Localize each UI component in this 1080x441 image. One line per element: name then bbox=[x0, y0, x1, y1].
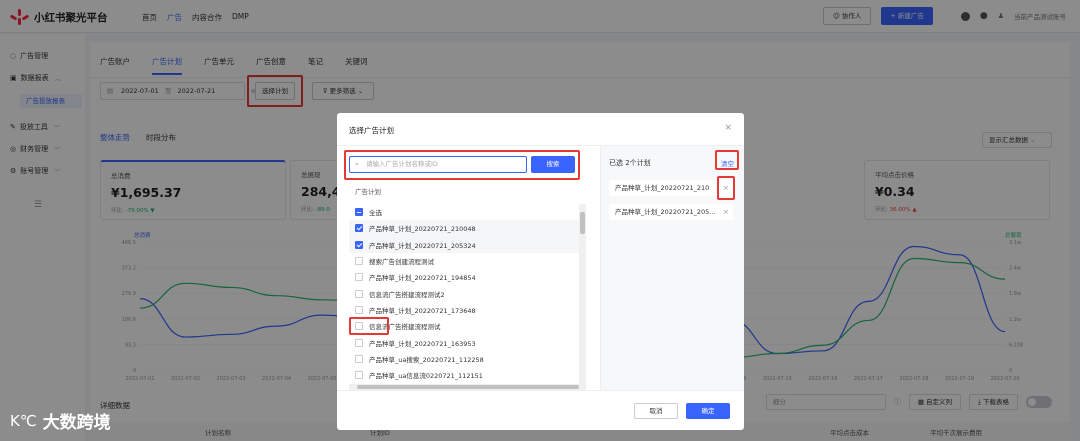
selected-plan-item: 产品种草_计划_20220721_210 × bbox=[609, 180, 733, 196]
list-item[interactable]: 产品种草_ua搜索_20220721_112258 bbox=[349, 351, 579, 367]
modal-title: 选择广告计划 bbox=[349, 126, 394, 135]
plan-name: 产品种草_计划_20220721_173648 bbox=[369, 306, 476, 315]
scrollbar-thumb[interactable] bbox=[580, 212, 585, 234]
scrollbar-thumb[interactable] bbox=[357, 385, 579, 389]
list-item[interactable]: 产品种草_计划_20220721_173648 bbox=[349, 302, 579, 318]
selected-plan-item: 产品种草_计划_20220721_205... × bbox=[609, 204, 733, 220]
plan-list-header: 广告计划 bbox=[355, 188, 381, 196]
watermark-text: 大数跨境 bbox=[42, 413, 111, 433]
select-all-label: 全选 bbox=[369, 209, 382, 218]
vertical-scrollbar[interactable] bbox=[579, 204, 586, 384]
plan-checkbox[interactable] bbox=[355, 224, 363, 233]
plan-checkbox[interactable] bbox=[355, 305, 363, 314]
selected-count: 已选 2个计划 bbox=[609, 159, 651, 167]
plan-name: 产品种草_计划_20220721_210048 bbox=[369, 225, 476, 234]
watermark-logo: K℃ bbox=[10, 411, 37, 430]
list-item[interactable]: 产品种草_ua信息流0220721_112151 bbox=[349, 367, 579, 383]
selected-plan-name: 产品种草_计划_20220721_205... bbox=[615, 208, 716, 216]
plan-name: 产品种草_ua信息流0220721_112151 bbox=[369, 372, 483, 381]
plan-checkbox[interactable] bbox=[355, 289, 363, 298]
plan-checkbox[interactable] bbox=[355, 240, 363, 249]
modal-footer-divider bbox=[337, 390, 744, 391]
plan-picker-panel: ⌕ 请输入广告计划名称或ID 搜索 广告计划 全选 产品种草_计划_202207… bbox=[337, 146, 601, 390]
plan-name: 信息流广告搭建流程测试2 bbox=[369, 290, 445, 299]
remove-icon[interactable]: × bbox=[723, 204, 729, 220]
select-all-row[interactable]: 全选 bbox=[349, 204, 579, 220]
highlight-box bbox=[717, 176, 735, 200]
plan-checkbox[interactable] bbox=[355, 354, 363, 363]
list-item[interactable]: 产品种草_计划_20220721_163953 bbox=[349, 334, 579, 350]
select-all-checkbox[interactable] bbox=[355, 208, 363, 217]
highlight-box bbox=[349, 317, 389, 335]
confirm-button[interactable]: 确定 bbox=[686, 403, 730, 419]
list-item[interactable]: 产品种草_计划_20220721_194854 bbox=[349, 269, 579, 285]
selected-plan-name: 产品种草_计划_20220721_210 bbox=[615, 184, 710, 192]
cancel-button[interactable]: 取消 bbox=[634, 403, 678, 419]
plan-checkbox[interactable] bbox=[355, 273, 363, 282]
plan-name: 搜索广告创建流程测试 bbox=[369, 258, 434, 267]
plan-name: 产品种草_ua搜索_20220721_112258 bbox=[369, 355, 484, 364]
close-icon[interactable]: × bbox=[724, 123, 732, 133]
list-item[interactable]: 产品种草_计划_20220721_210048 bbox=[349, 220, 579, 237]
selected-plans-panel: 已选 2个计划 清空 产品种草_计划_20220721_210 × 产品种草_计划… bbox=[601, 146, 744, 390]
highlight-box bbox=[344, 150, 580, 180]
plan-list: 全选 产品种草_计划_20220721_210048 产品种草_计划_20220… bbox=[349, 204, 579, 384]
list-item[interactable]: 搜索广告创建流程测试 bbox=[349, 253, 579, 269]
highlight-box bbox=[715, 150, 739, 170]
list-item[interactable]: 信息流广告搭建流程测试2 bbox=[349, 285, 579, 301]
plan-name: 产品种草_计划_20220721_194854 bbox=[369, 274, 476, 283]
plan-checkbox[interactable] bbox=[355, 257, 363, 266]
select-plan-modal: 选择广告计划 × ⌕ 请输入广告计划名称或ID 搜索 广告计划 全选 产品种草_… bbox=[337, 113, 744, 430]
list-item[interactable]: 产品种草_计划_20220721_205324 bbox=[349, 236, 579, 253]
plan-name: 产品种草_计划_20220721_163953 bbox=[369, 339, 476, 348]
plan-name: 产品种草_计划_20220721_205324 bbox=[369, 241, 476, 250]
plan-checkbox[interactable] bbox=[355, 371, 363, 380]
plan-checkbox[interactable] bbox=[355, 338, 363, 347]
watermark: K℃ 大数跨境 bbox=[10, 408, 111, 434]
